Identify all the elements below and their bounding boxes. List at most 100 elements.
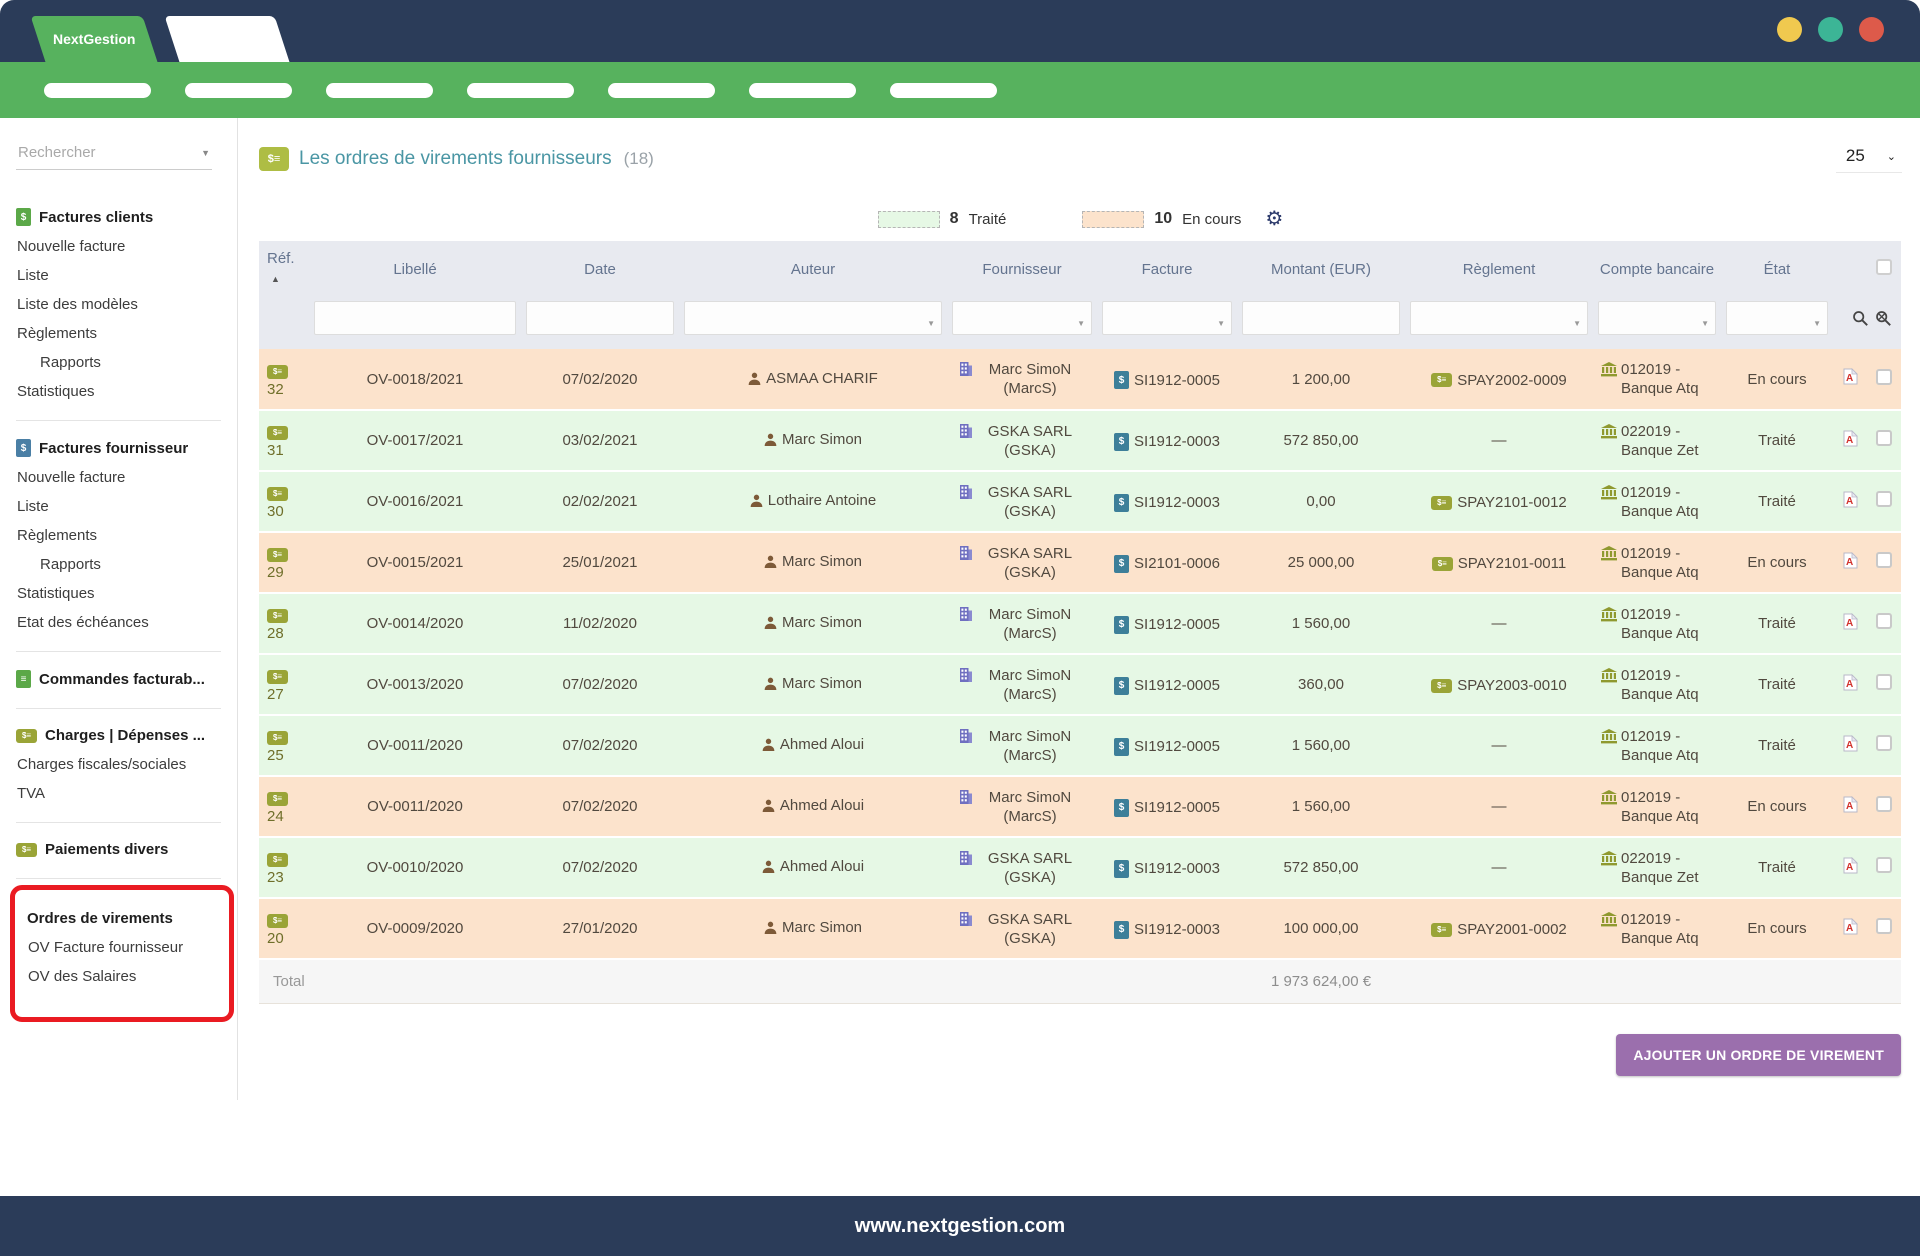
column-header-compte[interactable]: Compte bancaire [1593,241,1721,297]
cell-fournisseur[interactable]: Marc SimoN (MarcS) [947,776,1097,837]
gear-icon[interactable]: ⚙ [1265,209,1283,229]
cell-ref[interactable]: $≡25 [259,715,309,776]
cell-facture[interactable]: $SI1912-0003 [1097,471,1237,532]
row-checkbox[interactable] [1876,369,1892,385]
brand-tab[interactable]: NextGestion [31,16,158,62]
row-checkbox[interactable] [1876,674,1892,690]
cell-facture[interactable]: $SI1912-0005 [1097,593,1237,654]
cell-reglement[interactable]: $≡SPAY2001-0002 [1405,898,1593,959]
filter-compte-select[interactable]: ▼ [1598,301,1716,335]
nav-item-placeholder[interactable] [749,83,856,98]
cell-reglement[interactable]: — [1405,837,1593,898]
filter-libelle-input[interactable] [314,301,516,335]
sidebar-item[interactable]: Statistiques [16,579,227,608]
chevron-down-icon[interactable]: ▼ [201,148,210,158]
cell-facture[interactable]: $SI2101-0006 [1097,532,1237,593]
row-checkbox[interactable] [1876,430,1892,446]
filter-etat-select[interactable]: ▼ [1726,301,1828,335]
cell-ref[interactable]: $≡30 [259,471,309,532]
pdf-export-button[interactable]: A [1843,552,1858,574]
clear-search-icon[interactable] [1875,310,1892,327]
sidebar-item[interactable]: Rapports [16,550,227,579]
cell-facture[interactable]: $SI1912-0005 [1097,776,1237,837]
red-dot-icon[interactable] [1859,17,1884,42]
sidebar-group-title[interactable]: ≡Commandes facturab... [16,664,227,694]
sidebar-item[interactable]: Règlements [16,319,227,348]
nav-item-placeholder[interactable] [326,83,433,98]
sidebar-item[interactable]: Charges fiscales/sociales [16,750,227,779]
filter-montant-input[interactable] [1242,301,1400,335]
row-checkbox[interactable] [1876,552,1892,568]
cell-reglement[interactable]: — [1405,410,1593,471]
row-checkbox[interactable] [1876,613,1892,629]
cell-reglement[interactable]: — [1405,715,1593,776]
sidebar-item[interactable]: OV des Salaires [27,962,223,991]
pdf-export-button[interactable]: A [1843,613,1858,635]
cell-ref[interactable]: $≡32 [259,349,309,410]
sidebar-item[interactable]: Rapports [16,348,227,377]
nav-item-placeholder[interactable] [890,83,997,98]
sort-asc-icon[interactable]: ▲ [267,270,309,289]
cell-fournisseur[interactable]: GSKA SARL (GSKA) [947,410,1097,471]
cell-facture[interactable]: $SI1912-0005 [1097,715,1237,776]
sidebar-item[interactable]: Statistiques [16,377,227,406]
filter-auteur-select[interactable]: ▼ [684,301,942,335]
cell-reglement[interactable]: $≡SPAY2101-0012 [1405,471,1593,532]
nav-item-placeholder[interactable] [44,83,151,98]
sidebar-item[interactable]: Nouvelle facture [16,463,227,492]
cell-ref[interactable]: $≡23 [259,837,309,898]
cell-fournisseur[interactable]: Marc SimoN (MarcS) [947,654,1097,715]
pdf-export-button[interactable]: A [1843,796,1858,818]
cell-facture[interactable]: $SI1912-0003 [1097,898,1237,959]
yellow-dot-icon[interactable] [1777,17,1802,42]
pdf-export-button[interactable]: A [1843,674,1858,696]
nav-item-placeholder[interactable] [467,83,574,98]
cell-reglement[interactable]: — [1405,593,1593,654]
cell-ref[interactable]: $≡29 [259,532,309,593]
filter-reglement-select[interactable]: ▼ [1410,301,1588,335]
cell-fournisseur[interactable]: GSKA SARL (GSKA) [947,532,1097,593]
sidebar-group-title[interactable]: $≡Paiements divers [16,835,227,864]
column-header-date[interactable]: Date [521,241,679,297]
sidebar-group-title[interactable]: Ordres de virements [27,910,223,933]
sidebar-item[interactable]: OV Facture fournisseur [27,933,223,962]
sidebar-item[interactable]: Etat des échéances [16,608,227,637]
redacted-tab[interactable] [165,16,290,62]
cell-facture[interactable]: $SI1912-0005 [1097,654,1237,715]
row-checkbox[interactable] [1876,796,1892,812]
nav-item-placeholder[interactable] [608,83,715,98]
cell-fournisseur[interactable]: Marc SimoN (MarcS) [947,349,1097,410]
cell-reglement[interactable]: $≡SPAY2101-0011 [1405,532,1593,593]
column-header-etat[interactable]: État [1721,241,1833,297]
row-checkbox[interactable] [1876,735,1892,751]
cell-fournisseur[interactable]: Marc SimoN (MarcS) [947,715,1097,776]
sidebar-item[interactable]: Liste des modèles [16,290,227,319]
cell-ref[interactable]: $≡31 [259,410,309,471]
cell-reglement[interactable]: $≡SPAY2003-0010 [1405,654,1593,715]
column-header-reglement[interactable]: Règlement [1405,241,1593,297]
cell-fournisseur[interactable]: Marc SimoN (MarcS) [947,593,1097,654]
column-header-libelle[interactable]: Libellé [309,241,521,297]
sidebar-item[interactable]: Nouvelle facture [16,232,227,261]
pdf-export-button[interactable]: A [1843,857,1858,879]
pdf-export-button[interactable]: A [1843,430,1858,452]
column-header-auteur[interactable]: Auteur [679,241,947,297]
column-header-montant[interactable]: Montant (EUR) [1237,241,1405,297]
cell-ref[interactable]: $≡20 [259,898,309,959]
search-icon[interactable] [1852,310,1869,327]
sidebar-item[interactable]: Liste [16,261,227,290]
sidebar-item[interactable]: Liste [16,492,227,521]
filter-date-input[interactable] [526,301,674,335]
search-input[interactable] [16,138,212,170]
page-size-select[interactable]: 25 ⌄ [1836,144,1902,173]
pdf-export-button[interactable]: A [1843,735,1858,757]
pdf-export-button[interactable]: A [1843,491,1858,513]
sidebar-item[interactable]: Règlements [16,521,227,550]
column-header-fournisseur[interactable]: Fournisseur [947,241,1097,297]
pdf-export-button[interactable]: A [1843,368,1858,390]
row-checkbox[interactable] [1876,918,1892,934]
column-header-ref[interactable]: Réf.▲ [259,241,309,297]
sidebar-group-title[interactable]: $Factures clients [16,202,227,232]
teal-dot-icon[interactable] [1818,17,1843,42]
filter-facture-select[interactable]: ▼ [1102,301,1232,335]
